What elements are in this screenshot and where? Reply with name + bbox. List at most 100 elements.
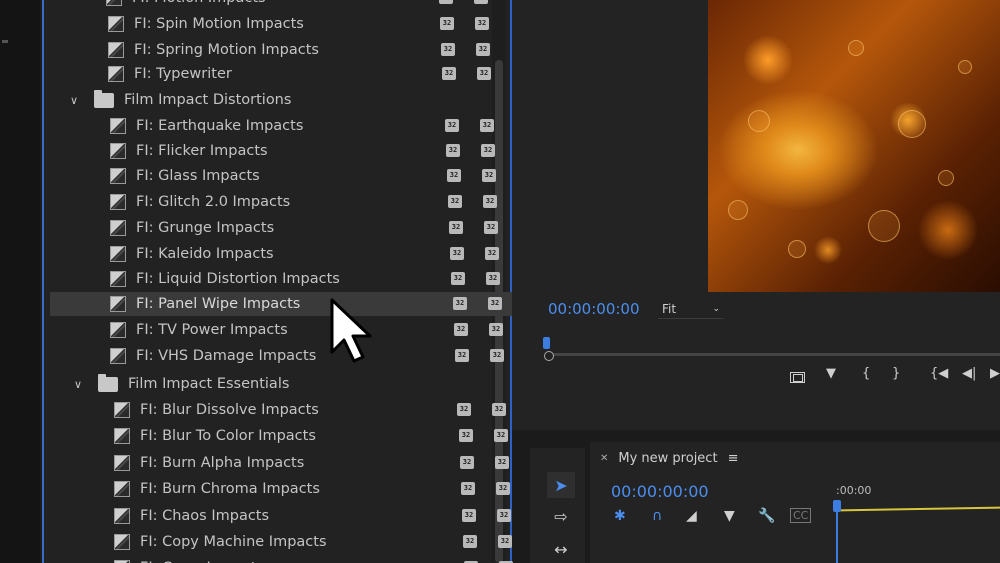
effect-label: FI: Kaleido Impacts bbox=[136, 246, 274, 262]
video-transition-icon bbox=[108, 16, 124, 32]
video-transition-icon bbox=[114, 481, 130, 497]
accelerated-badge-icon: 32 bbox=[450, 247, 464, 260]
accelerated-badge-icon: 32 bbox=[439, 0, 453, 4]
32bit-badge-icon: 32 bbox=[486, 272, 500, 285]
accelerated-badge-icon: 32 bbox=[440, 17, 454, 30]
timeline-playhead[interactable] bbox=[833, 500, 841, 563]
close-icon[interactable]: ✕ bbox=[600, 453, 608, 464]
mark-out-icon[interactable]: } bbox=[892, 366, 900, 381]
video-transition-icon bbox=[110, 118, 126, 134]
effect-item[interactable]: FI: Blur To Color Impacts bbox=[114, 424, 316, 448]
chevron-down-icon: ⌄ bbox=[712, 303, 720, 314]
32bit-badge-icon: 32 bbox=[477, 67, 491, 80]
effect-item[interactable]: FI: Glass Impacts bbox=[110, 164, 260, 188]
video-transition-icon bbox=[110, 194, 126, 210]
32bit-badge-icon: 32 bbox=[474, 0, 488, 4]
sequence-name: My new project bbox=[618, 451, 718, 466]
effect-label: FI: Motion Impacts bbox=[132, 0, 266, 6]
effects-folder[interactable]: ∨ Film Impact Distortions bbox=[68, 88, 291, 112]
accelerated-badge-icon: 32 bbox=[462, 509, 476, 522]
mark-in-icon[interactable]: { bbox=[862, 366, 870, 381]
add-marker-icon[interactable]: ▼ bbox=[724, 508, 735, 524]
video-transition-icon bbox=[110, 296, 126, 312]
wrench-icon[interactable]: 🔧 bbox=[758, 508, 775, 524]
accelerated-badge-icon: 32 bbox=[455, 349, 469, 362]
effect-item[interactable]: FI: Flicker Impacts bbox=[110, 139, 268, 163]
effect-item[interactable]: FI: TV Power Impacts bbox=[110, 318, 288, 342]
timeline-timecode[interactable]: 00:00:00:00 bbox=[611, 482, 709, 501]
video-transition-icon bbox=[110, 348, 126, 364]
chevron-down-icon[interactable]: ∨ bbox=[68, 94, 80, 107]
add-marker-icon[interactable]: ▼ bbox=[826, 366, 836, 381]
effect-item[interactable]: FI: Copy Machine Impacts bbox=[114, 530, 327, 554]
effect-label: FI: Flicker Impacts bbox=[136, 143, 268, 159]
effect-item[interactable]: FI: Chaos Impacts bbox=[114, 504, 269, 528]
track-select-tool-icon[interactable]: ⇨ bbox=[547, 503, 575, 529]
effect-item[interactable]: FI: Kaleido Impacts bbox=[110, 242, 274, 266]
left-edge-panel bbox=[0, 0, 40, 563]
effect-label: FI: Glass Impacts bbox=[136, 168, 260, 184]
effect-item[interactable]: FI: Blur Dissolve Impacts bbox=[114, 398, 319, 422]
timeline-tools: ✱ ∩ ◢ ▼ 🔧 CC bbox=[610, 508, 812, 530]
effect-item[interactable]: FI: Liquid Distortion Impacts bbox=[110, 267, 340, 291]
safe-margins-icon[interactable] bbox=[790, 372, 805, 383]
32bit-badge-icon: 32 bbox=[482, 169, 496, 182]
video-transition-icon bbox=[114, 428, 130, 444]
folder-label: Film Impact Essentials bbox=[128, 376, 290, 392]
32bit-badge-icon: 32 bbox=[483, 195, 497, 208]
video-transition-icon bbox=[114, 534, 130, 550]
effects-folder[interactable]: ∨ Film Impact Essentials bbox=[72, 372, 289, 396]
snap-icon[interactable]: ∩ bbox=[652, 508, 662, 524]
accelerated-badge-icon: 32 bbox=[441, 43, 455, 56]
ripple-edit-tool-icon[interactable]: ↔ bbox=[547, 536, 575, 562]
32bit-badge-icon: 32 bbox=[488, 297, 502, 310]
32bit-badge-icon: 32 bbox=[494, 429, 508, 442]
effect-item[interactable]: FI: Burn Alpha Impacts bbox=[114, 451, 304, 475]
sequence-tab[interactable]: ✕ My new project ≡ bbox=[600, 451, 738, 466]
selection-tool-icon[interactable]: ➤ bbox=[547, 472, 575, 498]
scrub-track[interactable] bbox=[548, 353, 1000, 356]
go-to-in-icon[interactable]: {◀ bbox=[930, 366, 948, 381]
effect-item[interactable]: FI: Typewriter bbox=[108, 62, 232, 86]
menu-icon[interactable]: ≡ bbox=[728, 451, 739, 466]
effect-label: FI: Blur Dissolve Impacts bbox=[140, 402, 319, 418]
32bit-badge-icon: 32 bbox=[484, 221, 498, 234]
accelerated-badge-icon: 32 bbox=[454, 323, 468, 336]
effect-label: FI: TV Power Impacts bbox=[136, 322, 288, 338]
32bit-badge-icon: 32 bbox=[496, 482, 510, 495]
nest-icon[interactable]: ✱ bbox=[614, 508, 626, 524]
playhead-icon[interactable] bbox=[543, 337, 550, 349]
video-transition-icon bbox=[108, 66, 124, 82]
zoom-select[interactable]: Fit ⌄ bbox=[658, 299, 724, 319]
effect-label: FI: Glitch 2.0 Impacts bbox=[136, 194, 291, 210]
monitor-timecode[interactable]: 00:00:00:00 bbox=[548, 300, 640, 318]
effect-item[interactable]: FI: Earthquake Impacts bbox=[110, 114, 303, 138]
effect-item[interactable]: FI: Grunge Impacts bbox=[110, 216, 274, 240]
video-transition-icon bbox=[108, 42, 124, 58]
effect-item[interactable]: FI: Cross Impacts bbox=[114, 556, 264, 563]
timeline-ruler-label: :00:00 bbox=[836, 484, 872, 497]
32bit-badge-icon: 32 bbox=[492, 403, 506, 416]
effect-item[interactable]: FI: Glitch 2.0 Impacts bbox=[110, 190, 290, 214]
folder-label: Film Impact Distortions bbox=[124, 92, 292, 108]
32bit-badge-icon: 32 bbox=[480, 119, 494, 132]
effect-item[interactable]: FI: Burn Chroma Impacts bbox=[114, 477, 320, 501]
play-icon[interactable]: ▶ bbox=[990, 366, 1000, 381]
effect-item[interactable]: FI: Spin Motion Impacts bbox=[108, 12, 304, 36]
accelerated-badge-icon: 32 bbox=[445, 119, 459, 132]
step-back-icon[interactable]: ◀| bbox=[962, 366, 976, 381]
effect-item[interactable]: FI: Spring Motion Impacts bbox=[108, 38, 319, 62]
monitor-scrubber[interactable] bbox=[540, 337, 1000, 363]
linked-selection-icon[interactable]: ◢ bbox=[686, 508, 697, 524]
playhead-line bbox=[836, 510, 838, 563]
32bit-badge-icon: 32 bbox=[485, 247, 499, 260]
video-transition-icon bbox=[110, 143, 126, 159]
accelerated-badge-icon: 32 bbox=[460, 456, 474, 469]
captions-icon[interactable]: CC bbox=[790, 508, 812, 523]
effect-item[interactable]: FI: Motion Impacts bbox=[106, 0, 266, 10]
monitor-controls: ▼ { } {◀ ◀| ▶ bbox=[780, 364, 1000, 388]
video-transition-icon bbox=[106, 0, 122, 6]
chevron-down-icon[interactable]: ∨ bbox=[72, 378, 84, 391]
zoom-handle[interactable] bbox=[544, 351, 554, 361]
effect-item[interactable]: FI: VHS Damage Impacts bbox=[110, 344, 316, 368]
